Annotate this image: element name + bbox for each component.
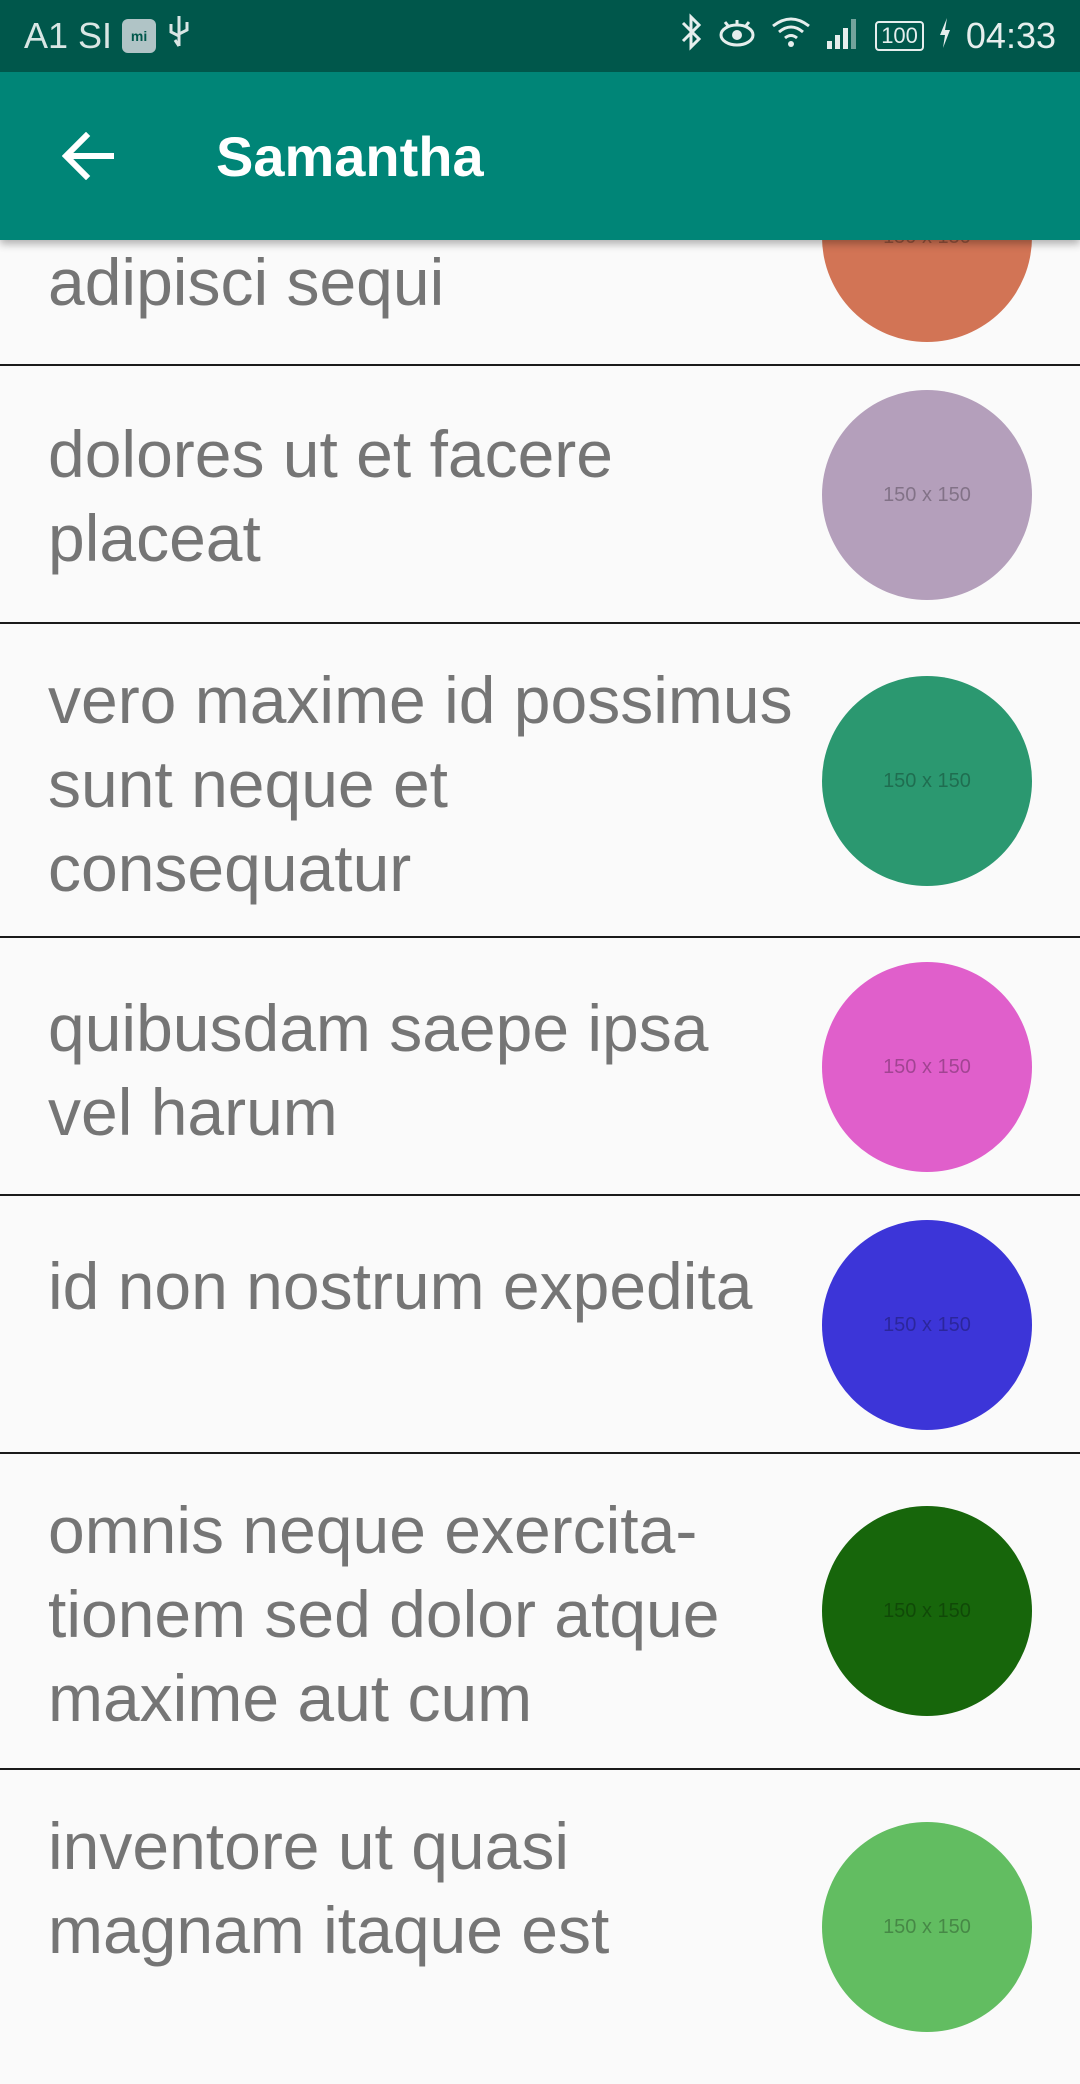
list-item[interactable]: dolores ut et facere placeat 150 x 150 — [0, 366, 1080, 624]
battery-icon: 100 — [875, 21, 924, 51]
eye-icon — [717, 15, 757, 57]
thumbnail-label: 150 x 150 — [883, 769, 971, 792]
bluetooth-icon — [679, 12, 703, 60]
thumbnail-label: 150 x 150 — [883, 1313, 971, 1336]
page-title: Samantha — [216, 124, 484, 188]
list-item-text: inventore ut quasi magnam itaque est — [48, 1809, 610, 1967]
app-bar: Samantha — [0, 72, 1080, 240]
carrier-label: A1 SI — [24, 15, 113, 56]
thumbnail-label: 150 x 150 — [883, 1599, 971, 1622]
status-bar: A1 SI mi 100 04:33 — [0, 0, 1080, 72]
charging-icon — [938, 15, 952, 57]
signal-icon — [825, 15, 861, 58]
list-item-text: adipisci sequi — [48, 245, 445, 319]
arrow-back-icon — [62, 132, 114, 180]
item-thumbnail: 150 x 150 — [822, 1822, 1032, 2032]
status-right: 100 04:33 — [679, 0, 1056, 72]
list-item-text: vero maxime id possimus sunt neque et co… — [48, 663, 793, 905]
wifi-icon — [771, 15, 811, 57]
list-item[interactable]: id non nostrum expedita 150 x 150 — [0, 1196, 1080, 1454]
list-item-text: dolores ut et facere placeat — [48, 417, 613, 575]
list-item-text: id non nostrum expedita — [48, 1249, 753, 1323]
thumbnail-label: 150 x 150 — [883, 483, 971, 506]
item-thumbnail: 150 x 150 — [822, 390, 1032, 600]
item-thumbnail: 150 x 150 — [822, 962, 1032, 1172]
status-left: A1 SI mi — [24, 0, 192, 72]
thumbnail-label: 150 x 150 — [883, 1915, 971, 1938]
back-button[interactable] — [40, 108, 136, 204]
item-thumbnail: 150 x 150 — [822, 1506, 1032, 1716]
item-thumbnail: 150 x 150 — [822, 1220, 1032, 1430]
usb-icon — [166, 14, 192, 59]
list-item-text: omnis neque exercita-tionem sed dolor at… — [48, 1493, 720, 1735]
list-item-text: quibusdam saepe ipsa vel harum — [48, 991, 709, 1149]
list-item[interactable]: vero maxime id possimus sunt neque et co… — [0, 624, 1080, 938]
clock: 04:33 — [965, 15, 1056, 56]
item-thumbnail: 150 x 150 — [822, 676, 1032, 886]
mi-app-icon: mi — [122, 19, 157, 53]
list-item[interactable]: omnis neque exercita-tionem sed dolor at… — [0, 1454, 1080, 1770]
list-item[interactable]: quibusdam saepe ipsa vel harum 150 x 150 — [0, 938, 1080, 1196]
thumbnail-label: 150 x 150 — [883, 1055, 971, 1078]
list-item[interactable]: inventore ut quasi magnam itaque est 150… — [0, 1770, 1080, 2084]
